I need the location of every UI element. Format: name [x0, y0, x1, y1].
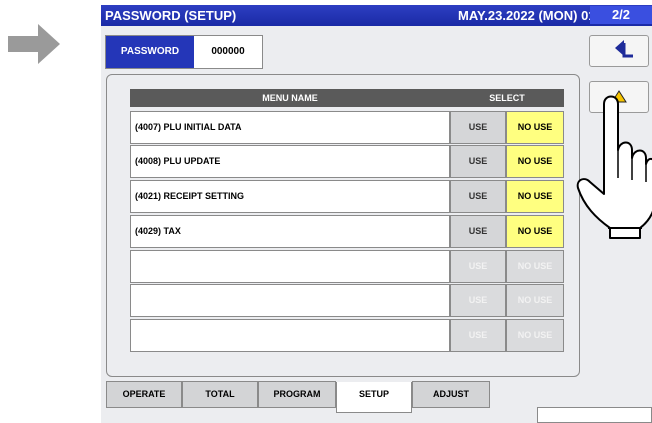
password-label: PASSWORD [106, 36, 194, 68]
back-button[interactable] [589, 35, 649, 67]
menu-name-cell [130, 284, 450, 317]
use-button: USE [450, 319, 506, 352]
header-menu-name: MENU NAME [130, 89, 450, 107]
use-button[interactable]: USE [450, 215, 506, 248]
menu-name-cell [130, 319, 450, 352]
table-row: (4029) TAX USE NO USE [130, 215, 564, 249]
page-indicator: 2/2 [590, 6, 652, 24]
no-use-button[interactable]: NO USE [506, 111, 564, 144]
use-button[interactable]: USE [450, 145, 506, 178]
tab-operate[interactable]: OPERATE [106, 381, 182, 408]
table-row: (4008) PLU UPDATE USE NO USE [130, 145, 564, 179]
tab-program[interactable]: PROGRAM [258, 381, 336, 408]
no-use-button[interactable]: NO USE [506, 180, 564, 213]
return-arrow-icon [615, 40, 633, 58]
no-use-button: NO USE [506, 319, 564, 352]
password-value: 000000 [211, 46, 245, 57]
menu-name-cell: (4007) PLU INITIAL DATA [130, 111, 450, 144]
use-button: USE [450, 284, 506, 317]
table-row: USE NO USE [130, 250, 564, 284]
menu-name-cell: (4008) PLU UPDATE [130, 145, 450, 178]
table-row: (4007) PLU INITIAL DATA USE NO USE [130, 111, 564, 145]
screen-title: PASSWORD (SETUP) [105, 8, 237, 23]
no-use-button: NO USE [506, 284, 564, 317]
use-button[interactable]: USE [450, 111, 506, 144]
menu-name-cell [130, 250, 450, 283]
no-use-button[interactable]: NO USE [506, 215, 564, 248]
table-row: (4021) RECEIPT SETTING USE NO USE [130, 180, 564, 214]
use-button: USE [450, 250, 506, 283]
tab-total[interactable]: TOTAL [182, 381, 258, 408]
status-field [537, 407, 652, 423]
password-field[interactable]: PASSWORD 000000 [105, 35, 263, 69]
table-row: USE NO USE [130, 284, 564, 318]
menu-name-cell: (4021) RECEIPT SETTING [130, 180, 450, 213]
use-button[interactable]: USE [450, 180, 506, 213]
menu-name-cell: (4029) TAX [130, 215, 450, 248]
tab-setup[interactable]: SETUP [336, 382, 412, 413]
no-use-button[interactable]: NO USE [506, 145, 564, 178]
no-use-button: NO USE [506, 250, 564, 283]
header-select: SELECT [450, 89, 564, 107]
tab-adjust[interactable]: ADJUST [412, 381, 490, 408]
pointer-arrow-icon [8, 24, 60, 64]
table-row: USE NO USE [130, 319, 564, 353]
title-bar: PASSWORD (SETUP) MAY.23.2022 (MON) 01:42… [101, 5, 652, 26]
menu-panel: MENU NAME SELECT (4007) PLU INITIAL DATA… [106, 74, 580, 377]
scale-screen: PASSWORD (SETUP) MAY.23.2022 (MON) 01:42… [101, 5, 652, 423]
pointing-hand-icon [576, 95, 652, 239]
